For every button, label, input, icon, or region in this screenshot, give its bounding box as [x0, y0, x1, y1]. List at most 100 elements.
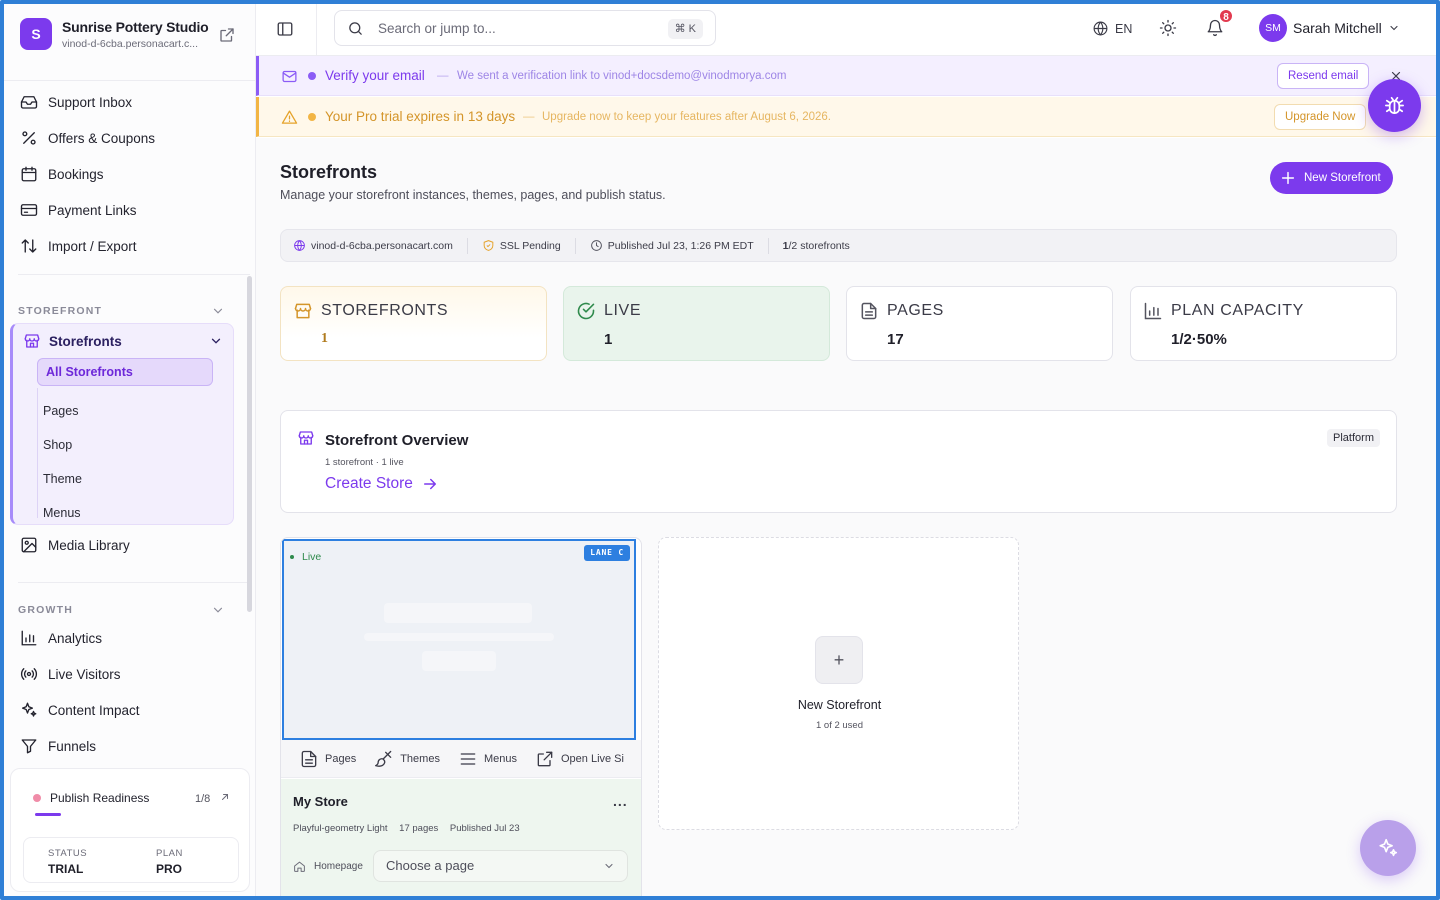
upgrade-now-button[interactable]: Upgrade Now: [1274, 104, 1367, 130]
notification-badge: 8: [1218, 8, 1234, 24]
home-icon: [294, 861, 305, 872]
sidebar-scrollbar[interactable]: [247, 276, 252, 612]
divider: [18, 582, 250, 583]
status-dot: [33, 794, 41, 802]
submenu-rail: [37, 388, 38, 518]
nav-analytics[interactable]: Analytics: [20, 626, 102, 650]
storefront-overview-card: Storefront Overview 1 storefront · 1 liv…: [280, 410, 1397, 513]
create-store-link[interactable]: Create Store: [325, 475, 439, 493]
chevron-down-icon[interactable]: [211, 603, 225, 617]
document-icon: [861, 302, 877, 320]
plus-icon: [1281, 171, 1295, 185]
stat-value: 1: [604, 331, 613, 348]
more-options-icon[interactable]: ...: [613, 793, 628, 809]
clock-icon: [590, 240, 602, 251]
tab-themes[interactable]: Themes: [374, 749, 440, 769]
domain-info[interactable]: vinod-d-6cba.personacart.com: [293, 239, 453, 252]
new-storefront-button[interactable]: New Storefront: [1270, 162, 1393, 194]
card-icon: [20, 204, 38, 216]
user-name[interactable]: Sarah Mitchell: [1293, 20, 1382, 36]
nav-content-impact[interactable]: Content Impact: [20, 698, 140, 722]
tab-menus[interactable]: Menus: [458, 749, 517, 769]
ssl-text: SSL Pending: [499, 239, 561, 252]
nav-bookings[interactable]: Bookings: [20, 162, 104, 186]
nav-label: Import / Export: [48, 238, 137, 254]
nav-live-visitors[interactable]: Live Visitors: [20, 662, 121, 686]
globe-icon: [1093, 21, 1108, 36]
bug-report-button[interactable]: [1368, 79, 1421, 132]
sidebar: S Sunrise Pottery Studio vinod-d-6cba.pe…: [4, 4, 256, 896]
sidebar-toggle-icon[interactable]: [276, 20, 294, 38]
stat-value: 1: [321, 331, 328, 346]
banner-title: Verify your email: [325, 68, 425, 83]
resend-email-button[interactable]: Resend email: [1277, 63, 1370, 89]
stat-label: LIVE: [604, 302, 642, 319]
stat-label: PLAN CAPACITY: [1171, 302, 1304, 319]
readiness-progress-bar: [35, 813, 61, 816]
chevron-down-icon[interactable]: [209, 334, 223, 348]
nav-import-export[interactable]: Import / Export: [20, 234, 137, 258]
search-placeholder: Search or jump to...: [378, 21, 496, 36]
chevron-down-icon[interactable]: [211, 304, 225, 318]
storefront-preview[interactable]: Live LANE C: [282, 539, 636, 740]
live-label: Live: [302, 551, 322, 563]
homepage-select[interactable]: Choose a page: [373, 850, 628, 882]
main-content: Storefronts Manage your storefront insta…: [256, 138, 1436, 896]
new-storefront-card[interactable]: + New Storefront 1 of 2 used: [658, 537, 1019, 830]
image-icon: [21, 537, 37, 553]
sidebar-item-pages[interactable]: Pages: [43, 404, 78, 418]
plan-label: PLAN: [156, 848, 183, 859]
sidebar-item-all-storefronts[interactable]: All Storefronts: [37, 358, 213, 386]
nav-label: Media Library: [48, 537, 130, 553]
avatar[interactable]: SM: [1259, 14, 1287, 42]
store-name[interactable]: My Store: [293, 794, 348, 809]
storefront-count-info: 1/2 storefronts: [783, 240, 850, 252]
select-value: Choose a page: [386, 858, 475, 873]
divider: [4, 80, 256, 81]
tab-label: Themes: [400, 752, 440, 765]
tab-label: Pages: [325, 752, 357, 765]
language-selector[interactable]: EN: [1092, 20, 1132, 37]
banner-dash: —: [437, 70, 449, 82]
ssl-info: SSL Pending: [482, 239, 561, 252]
page-title: Storefronts: [280, 162, 378, 182]
menu-icon: [460, 752, 476, 765]
publish-readiness-card[interactable]: Publish Readiness 1/8 STATUS TRIAL PLAN …: [10, 768, 250, 892]
tab-pages[interactable]: Pages: [299, 749, 356, 769]
nav-support-inbox[interactable]: Support Inbox: [20, 90, 132, 114]
nav-offers-coupons[interactable]: Offers & Coupons: [20, 126, 155, 150]
sparkles-icon: [1379, 838, 1398, 857]
chevron-down-icon[interactable]: [1388, 22, 1400, 34]
arrow-right-icon: [423, 478, 436, 490]
status-dot: [308, 113, 316, 121]
store-pages: 17 pages: [399, 823, 439, 834]
arrows-updown-icon: [21, 239, 37, 253]
sun-icon[interactable]: [1159, 19, 1177, 37]
arrow-up-right-icon[interactable]: [219, 791, 231, 803]
banner-subtitle: Upgrade now to keep your features after …: [542, 111, 831, 123]
store-published: Published Jul 23: [449, 823, 520, 834]
nav-label: Analytics: [48, 630, 103, 646]
sidebar-item-menus[interactable]: Menus: [43, 506, 81, 520]
search-input[interactable]: Search or jump to... ⌘ K: [334, 10, 716, 46]
bar-chart-icon: [1144, 302, 1162, 320]
external-link-icon[interactable]: [218, 26, 236, 44]
stat-label: STOREFRONTS: [321, 302, 449, 319]
brand[interactable]: S Sunrise Pottery Studio vinod-d-6cba.pe…: [20, 18, 209, 50]
tab-open-live-site[interactable]: Open Live Si: [535, 749, 624, 769]
nav-label: Bookings: [48, 166, 104, 182]
external-link-icon: [537, 751, 553, 766]
storefronts-group-header[interactable]: Storefronts: [23, 332, 122, 350]
store-icon: [24, 334, 40, 348]
divider: [767, 237, 769, 254]
nav-funnels[interactable]: Funnels: [20, 734, 96, 758]
check-circle-icon: [577, 302, 595, 320]
status-plan-card: STATUS TRIAL PLAN PRO: [23, 837, 239, 883]
sidebar-item-theme[interactable]: Theme: [43, 472, 82, 486]
sidebar-item-shop[interactable]: Shop: [43, 438, 72, 452]
ai-assistant-button[interactable]: [1360, 820, 1416, 876]
published-info: Published Jul 23, 1:26 PM EDT: [590, 239, 754, 252]
nav-payment-links[interactable]: Payment Links: [20, 198, 137, 222]
stat-pages: PAGES 17: [846, 286, 1113, 361]
nav-media-library[interactable]: Media Library: [20, 533, 130, 557]
